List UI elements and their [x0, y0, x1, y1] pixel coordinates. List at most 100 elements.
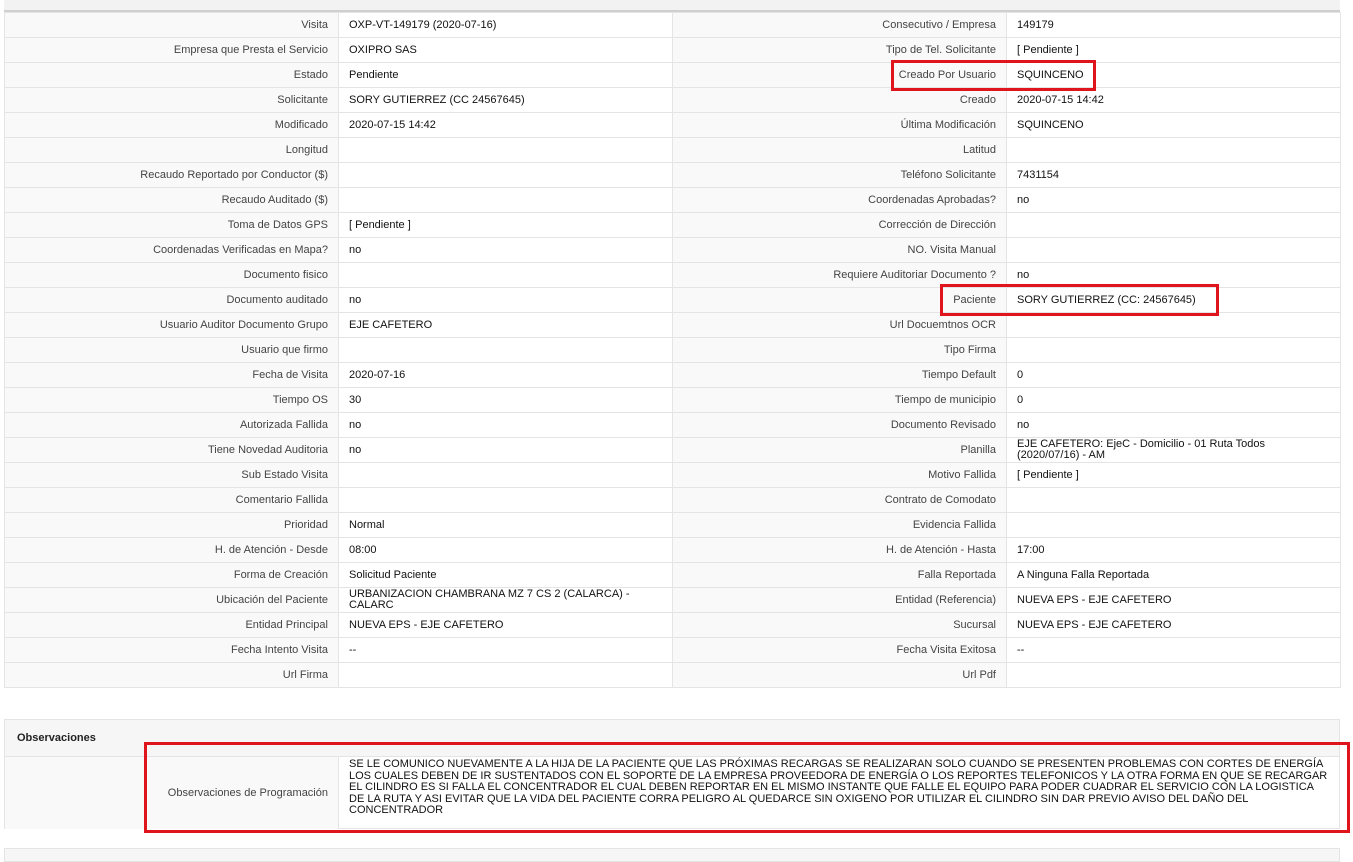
table-row: Usuario Auditor Documento Grupo EJE CAFET… [4, 312, 1341, 338]
table-row: Sub Estado Visita Motivo Fallida[ Pendien… [4, 462, 1341, 488]
field-label: Ubicación del Paciente [4, 587, 339, 613]
field-value: 0 [1006, 387, 1341, 413]
field-label: Paciente [672, 287, 1007, 313]
field-label: Creado Por Usuario [672, 62, 1007, 88]
field-label: Autorizada Fallida [4, 412, 339, 438]
observaciones-text: SE LE COMUNICO NUEVAMENTE A LA HIJA DE L… [349, 758, 1328, 816]
table-row: Entidad Principal NUEVA EPS - EJE CAFETER… [4, 612, 1341, 638]
field-label: Coordenadas Verificadas en Mapa? [4, 237, 339, 263]
field-value: NUEVA EPS - EJE CAFETERO [1006, 612, 1341, 638]
field-label: Entidad (Referencia) [672, 587, 1007, 613]
field-value: 17:00 [1006, 537, 1341, 563]
field-value [1006, 337, 1341, 363]
table-row: Toma de Datos GPS[ Pendiente ] Corrección… [4, 212, 1341, 238]
bottom-section-bar [4, 848, 1340, 862]
table-row: Usuario que firmo Tipo Firma [4, 337, 1341, 363]
field-value: no [338, 237, 673, 263]
field-label: Visita [4, 12, 339, 38]
field-value: no [1006, 412, 1341, 438]
field-value: no [338, 412, 673, 438]
field-value: OXIPRO SAS [338, 37, 673, 63]
table-row: Documento auditado no Paciente SORY GUTIER… [4, 287, 1341, 313]
field-value [338, 187, 673, 213]
field-value: SORY GUTIERREZ (CC 24567645) [338, 87, 673, 113]
table-row: Visita OXP-VT-149179 (2020-07-16) Consecut… [4, 12, 1341, 38]
field-value: 149179 [1006, 12, 1341, 38]
field-label: Tiene Novedad Auditoria [4, 437, 339, 463]
field-value: EJE CAFETERO: EjeC - Domicilio - 01 Ruta… [1006, 437, 1341, 463]
field-value [1006, 487, 1341, 513]
visit-detail-table: Visita OXP-VT-149179 (2020-07-16) Consecut… [4, 12, 1341, 688]
field-value: 2020-07-16 [338, 362, 673, 388]
field-value: no [338, 437, 673, 463]
field-label: Coordenadas Aprobadas? [672, 187, 1007, 213]
field-label: Contrato de Comodato [672, 487, 1007, 513]
field-label: Evidencia Fallida [672, 512, 1007, 538]
table-row: Autorizada Fallida no Documento Revisado … [4, 412, 1341, 438]
field-label: Prioridad [4, 512, 339, 538]
field-label: Longitud [4, 137, 339, 163]
field-label: Documento auditado [4, 287, 339, 313]
field-value: OXP-VT-149179 (2020-07-16) [338, 12, 673, 38]
field-value [338, 162, 673, 188]
field-value [338, 262, 673, 288]
field-value: A Ninguna Falla Reportada [1006, 562, 1341, 588]
field-value: Pendiente [338, 62, 673, 88]
field-label: Fecha Intento Visita [4, 637, 339, 663]
field-label: Documento Revisado [672, 412, 1007, 438]
section-title: Observaciones [5, 720, 1339, 757]
field-label: Creado [672, 87, 1007, 113]
field-value [338, 462, 673, 488]
field-value [338, 662, 673, 688]
field-label: H. de Atención - Desde [4, 537, 339, 563]
field-label: Fecha Visita Exitosa [672, 637, 1007, 663]
field-label: Documento fisico [4, 262, 339, 288]
field-value [1006, 662, 1341, 688]
field-label: H. de Atención - Hasta [672, 537, 1007, 563]
table-row: Solicitante SORY GUTIERREZ (CC 24567645) C… [4, 87, 1341, 113]
field-value: SQUINCENO [1006, 62, 1341, 88]
field-label: Motivo Fallida [672, 462, 1007, 488]
field-value: no [1006, 262, 1341, 288]
field-value: EJE CAFETERO [338, 312, 673, 338]
field-label: Comentario Fallida [4, 487, 339, 513]
field-label: Tiempo OS [4, 387, 339, 413]
field-value: [ Pendiente ] [338, 212, 673, 238]
field-value: SQUINCENO [1006, 112, 1341, 138]
table-row: Coordenadas Verificadas en Mapa? no NO. V… [4, 237, 1341, 263]
field-label: Empresa que Presta el Servicio [4, 37, 339, 63]
table-row: H. de Atención - Desde 08:00 H. de Atenció… [4, 537, 1341, 563]
field-value: no [1006, 187, 1341, 213]
field-value: 2020-07-15 14:42 [1006, 87, 1341, 113]
field-value: NUEVA EPS - EJE CAFETERO [1006, 587, 1341, 613]
field-label: NO. Visita Manual [672, 237, 1007, 263]
field-label: Última Modificación [672, 112, 1007, 138]
field-label: Latitud [672, 137, 1007, 163]
field-value: no [338, 287, 673, 313]
table-row: Estado Pendiente Creado Por Usuario SQUINCE… [4, 62, 1341, 88]
field-label: Fecha de Visita [4, 362, 339, 388]
field-label: Recaudo Auditado ($) [4, 187, 339, 213]
field-label: Teléfono Solicitante [672, 162, 1007, 188]
table-row: Prioridad Normal Evidencia Fallida [4, 512, 1341, 538]
field-label: Consecutivo / Empresa [672, 12, 1007, 38]
field-value: URBANIZACION CHAMBRANA MZ 7 CS 2 (CALARC… [338, 587, 673, 613]
field-label: Observaciones de Programación [5, 757, 339, 829]
table-row: Modificado 2020-07-15 14:42 Última Modific… [4, 112, 1341, 138]
field-label: Usuario Auditor Documento Grupo [4, 312, 339, 338]
field-label: Tipo Firma [672, 337, 1007, 363]
table-row: Recaudo Auditado ($) Coordenadas Aprobada… [4, 187, 1341, 213]
field-value: Solicitud Paciente [338, 562, 673, 588]
field-value: 0 [1006, 362, 1341, 388]
field-label: Forma de Creación [4, 562, 339, 588]
table-row: Empresa que Presta el Servicio OXIPRO SAS… [4, 37, 1341, 63]
table-row: Tiempo OS 30 Tiempo de municipio 0 [4, 387, 1341, 413]
field-value [1006, 512, 1341, 538]
top-bar [4, 0, 1340, 12]
field-label: Tipo de Tel. Solicitante [672, 37, 1007, 63]
table-row: Url Firma Url Pdf [4, 662, 1341, 688]
field-value: 30 [338, 387, 673, 413]
field-label: Sucursal [672, 612, 1007, 638]
field-label: Modificado [4, 112, 339, 138]
field-label: Falla Reportada [672, 562, 1007, 588]
